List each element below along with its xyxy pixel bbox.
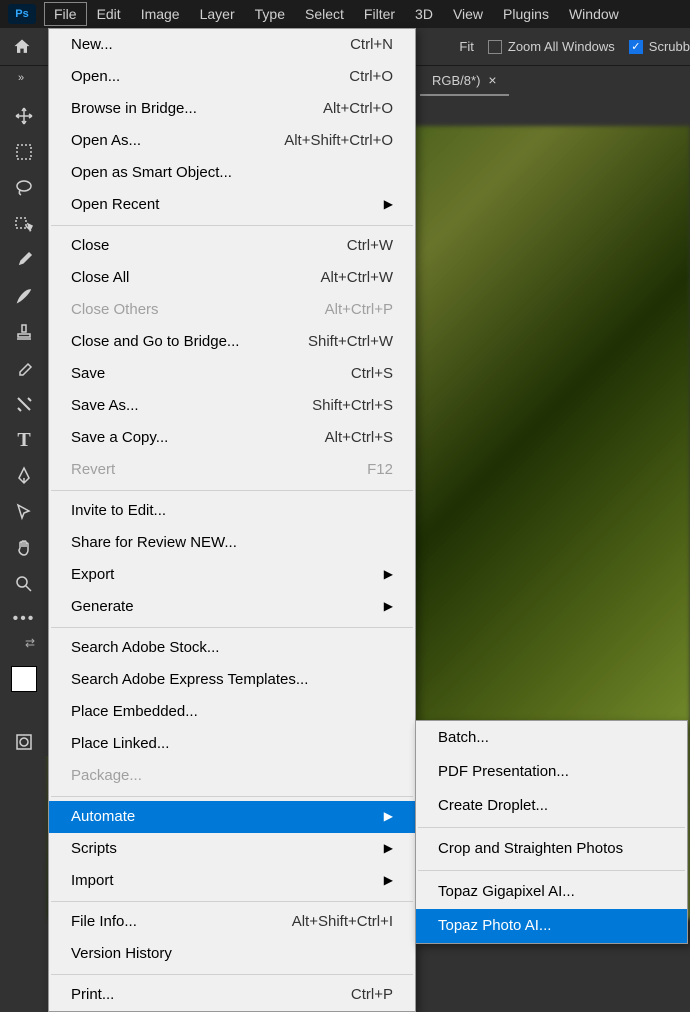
menu-item-open-as[interactable]: Open As...Alt+Shift+Ctrl+O — [49, 125, 415, 157]
menu-view[interactable]: View — [443, 2, 493, 26]
menu-item-new[interactable]: New...Ctrl+N — [49, 29, 415, 61]
menu-window[interactable]: Window — [559, 2, 629, 26]
menu-item-open-as-smart-object[interactable]: Open as Smart Object... — [49, 157, 415, 189]
menu-type[interactable]: Type — [245, 2, 295, 26]
menu-item-close[interactable]: CloseCtrl+W — [49, 230, 415, 262]
submenu-item-topaz-gigapixel-ai[interactable]: Topaz Gigapixel AI... — [416, 875, 687, 909]
lasso-tool-icon[interactable] — [10, 174, 38, 202]
file-menu-dropdown: New...Ctrl+NOpen...Ctrl+OBrowse in Bridg… — [48, 28, 416, 1012]
menu-layer[interactable]: Layer — [190, 2, 245, 26]
menu-item-browse-in-bridge[interactable]: Browse in Bridge...Alt+Ctrl+O — [49, 93, 415, 125]
menu-plugins[interactable]: Plugins — [493, 2, 559, 26]
foreground-color[interactable] — [11, 666, 37, 692]
fit-label: Fit — [459, 39, 473, 54]
menu-item-search-adobe-stock[interactable]: Search Adobe Stock... — [49, 632, 415, 664]
menu-item-revert: RevertF12 — [49, 454, 415, 486]
submenu-item-crop-and-straighten-photos[interactable]: Crop and Straighten Photos — [416, 832, 687, 866]
menu-item-place-linked[interactable]: Place Linked... — [49, 728, 415, 760]
brush-tool-icon[interactable] — [10, 282, 38, 310]
menu-image[interactable]: Image — [131, 2, 190, 26]
photoshop-icon: Ps — [8, 4, 36, 24]
tool-panel: T ••• ⇄ — [0, 96, 48, 756]
zoom-all-label: Zoom All Windows — [508, 39, 615, 54]
tab-title: RGB/8*) — [432, 73, 480, 88]
path-select-tool-icon[interactable] — [10, 498, 38, 526]
document-tab[interactable]: RGB/8*) × — [420, 66, 509, 96]
swap-colors-icon[interactable]: ⇄ — [25, 636, 35, 650]
scrubby-checkbox[interactable]: ✓ — [629, 40, 643, 54]
more-tools-icon[interactable]: ••• — [13, 610, 36, 628]
eraser-tool-icon[interactable] — [10, 354, 38, 382]
zoom-tool-icon[interactable] — [10, 570, 38, 598]
zoom-all-checkbox[interactable] — [488, 40, 502, 54]
menu-bar: Ps File Edit Image Layer Type Select Fil… — [0, 0, 690, 28]
menu-item-scripts[interactable]: Scripts▶ — [49, 833, 415, 865]
menu-item-automate[interactable]: Automate▶ — [49, 801, 415, 833]
scrubby-label: Scrubb — [649, 39, 690, 54]
home-icon[interactable] — [10, 35, 34, 59]
menu-3d[interactable]: 3D — [405, 2, 443, 26]
menu-select[interactable]: Select — [295, 2, 354, 26]
menu-item-open[interactable]: Open...Ctrl+O — [49, 61, 415, 93]
menu-item-print[interactable]: Print...Ctrl+P — [49, 979, 415, 1011]
close-icon[interactable]: × — [488, 72, 496, 88]
menu-item-export[interactable]: Export▶ — [49, 559, 415, 591]
menu-item-save[interactable]: SaveCtrl+S — [49, 358, 415, 390]
menu-item-open-recent[interactable]: Open Recent▶ — [49, 189, 415, 221]
menu-item-version-history[interactable]: Version History — [49, 938, 415, 970]
menu-item-share-for-review-new[interactable]: Share for Review NEW... — [49, 527, 415, 559]
menu-item-file-info[interactable]: File Info...Alt+Shift+Ctrl+I — [49, 906, 415, 938]
menu-item-place-embedded[interactable]: Place Embedded... — [49, 696, 415, 728]
marquee-tool-icon[interactable] — [10, 138, 38, 166]
pen-tool-icon[interactable] — [10, 462, 38, 490]
submenu-item-batch[interactable]: Batch... — [416, 721, 687, 755]
automate-submenu: Batch...PDF Presentation...Create Drople… — [415, 720, 688, 944]
menu-item-save-as[interactable]: Save As...Shift+Ctrl+S — [49, 390, 415, 422]
menu-item-close-others: Close OthersAlt+Ctrl+P — [49, 294, 415, 326]
menu-item-close-and-go-to-bridge[interactable]: Close and Go to Bridge...Shift+Ctrl+W — [49, 326, 415, 358]
quickmask-icon[interactable] — [10, 728, 38, 756]
menu-filter[interactable]: Filter — [354, 2, 405, 26]
menu-item-close-all[interactable]: Close AllAlt+Ctrl+W — [49, 262, 415, 294]
menu-item-search-adobe-express-templates[interactable]: Search Adobe Express Templates... — [49, 664, 415, 696]
submenu-item-create-droplet[interactable]: Create Droplet... — [416, 789, 687, 823]
submenu-item-topaz-photo-ai[interactable]: Topaz Photo AI... — [416, 909, 687, 943]
move-tool-icon[interactable] — [10, 102, 38, 130]
menu-item-generate[interactable]: Generate▶ — [49, 591, 415, 623]
menu-file[interactable]: File — [44, 2, 87, 26]
menu-edit[interactable]: Edit — [87, 2, 131, 26]
stamp-tool-icon[interactable] — [10, 318, 38, 346]
menu-item-invite-to-edit[interactable]: Invite to Edit... — [49, 495, 415, 527]
collapse-options-icon[interactable]: » — [4, 72, 38, 84]
menu-item-package: Package... — [49, 760, 415, 792]
eyedropper-tool-icon[interactable] — [10, 246, 38, 274]
type-tool-icon[interactable]: T — [10, 426, 38, 454]
submenu-item-pdf-presentation[interactable]: PDF Presentation... — [416, 755, 687, 789]
hand-tool-icon[interactable] — [10, 534, 38, 562]
object-select-tool-icon[interactable] — [10, 210, 38, 238]
menu-item-save-a-copy[interactable]: Save a Copy...Alt+Ctrl+S — [49, 422, 415, 454]
menu-item-import[interactable]: Import▶ — [49, 865, 415, 897]
gradient-tool-icon[interactable] — [10, 390, 38, 418]
